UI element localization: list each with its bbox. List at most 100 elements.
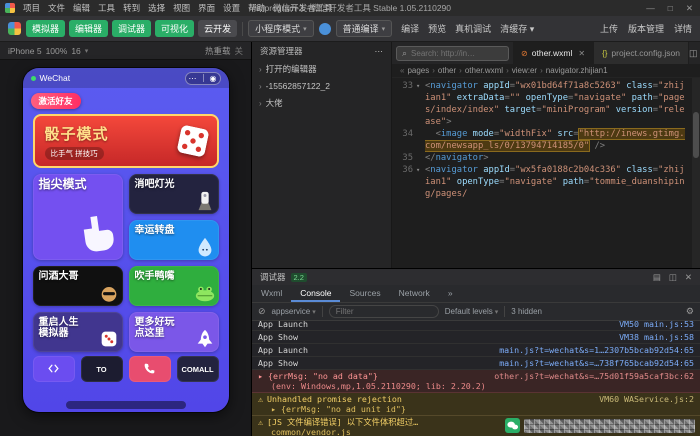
compile-mode-select[interactable]: 普通编译 ▾ <box>336 20 393 37</box>
panel-toggle-button[interactable]: 调试器 <box>112 20 151 37</box>
dock-tile[interactable] <box>33 356 75 382</box>
close-circle-icon[interactable]: ◉ <box>210 74 217 83</box>
menu-item[interactable]: 设置 <box>219 2 244 14</box>
compile-action-button[interactable]: 预览 <box>428 22 446 35</box>
dice-mode-banner[interactable]: 骰子模式 比手气 拼技巧 <box>33 114 219 168</box>
zoom-select[interactable]: 100% <box>46 46 68 56</box>
game-tile[interactable]: 指尖模式 <box>33 174 123 260</box>
mode-select[interactable]: 小程序模式 ▾ <box>248 20 314 37</box>
breadcrumb-back-icon[interactable]: « <box>400 66 404 75</box>
code-line: 34 <image mode="widthFix" src="http://in… <box>392 128 700 152</box>
fold-icon[interactable]: ▾ <box>416 80 425 128</box>
toolbar-right-button[interactable]: 上传 <box>600 22 618 35</box>
search-box[interactable]: ⌕ <box>396 46 509 61</box>
chevron-down-icon[interactable]: ▾ <box>85 47 89 55</box>
device-select[interactable]: iPhone 5 <box>8 46 42 56</box>
code-area[interactable]: 33▾<navigator appId="wx01bd64f71a8c5263"… <box>392 78 700 268</box>
context-select[interactable]: appservice ▾ <box>272 307 316 316</box>
miniprogram-capsule[interactable]: ⋯ ◉ <box>185 72 221 85</box>
more-icon[interactable]: ⋯ <box>189 74 197 83</box>
editor-tab[interactable]: ⊘other.wxml✕ <box>513 42 594 64</box>
breadcrumb-item[interactable]: other <box>438 66 456 75</box>
phone-preview[interactable]: WeChat ⋯ ◉ 激活好友 骰子模式 比手气 拼技巧 <box>23 68 229 412</box>
game-tile[interactable]: 更多好玩 点这里 <box>129 312 219 352</box>
dock-tile[interactable] <box>129 356 171 382</box>
compile-action-button[interactable]: 真机调试 <box>455 22 491 35</box>
editor-tab[interactable]: {}project.config.json <box>594 42 689 64</box>
console-source-link[interactable]: main.js?t=wechat&s=…738f765bcab92d54:65 <box>499 358 694 368</box>
menu-item[interactable]: 项目 <box>19 2 44 14</box>
more-icon[interactable]: ⋯ <box>375 46 384 57</box>
explorer-item[interactable]: ›大佬 <box>252 94 391 112</box>
devtools-tab-console[interactable]: Console <box>291 285 340 302</box>
window-minimize-button[interactable]: — <box>644 3 657 14</box>
search-input[interactable] <box>411 49 503 58</box>
explorer-item[interactable]: ›打开的编辑器 <box>252 60 391 78</box>
compile-action-button[interactable]: 清缓存 ▾ <box>500 22 534 35</box>
dock-bottom-icon[interactable]: ◫ <box>669 272 677 283</box>
console-row: App Showmain.js?t=wechat&s=…738f765bcab9… <box>252 357 700 370</box>
breadcrumb-item[interactable]: pages <box>407 66 429 75</box>
editor-scrollbar[interactable] <box>692 78 700 268</box>
debugger-tabs: WxmlConsoleSourcesNetwork» <box>252 285 700 303</box>
console-row: App LaunchVM50 main.js:53 <box>252 318 700 331</box>
scrollbar-thumb[interactable] <box>693 112 699 158</box>
game-tile[interactable]: 重启人生 模拟器 <box>33 312 123 352</box>
dock-tile[interactable]: TO <box>81 356 123 382</box>
devtools-grid-icon[interactable] <box>8 22 21 35</box>
devtools-tab-sources[interactable]: Sources <box>340 285 389 302</box>
console-source-link[interactable]: VM50 main.js:53 <box>619 319 694 329</box>
devtools-tab-network[interactable]: Network <box>390 285 439 302</box>
hot-reload-toggle[interactable]: 关 <box>234 45 243 57</box>
panel-toggle-button[interactable]: 可视化 <box>155 20 194 37</box>
breadcrumb-item[interactable]: other.wxml <box>465 66 503 75</box>
menu-item[interactable]: 视图 <box>169 2 194 14</box>
menu-item[interactable]: 文件 <box>44 2 69 14</box>
compile-action-button[interactable]: 编译 <box>401 22 419 35</box>
panel-toggle-button[interactable]: 云开发 <box>198 20 237 37</box>
levels-select[interactable]: Default levels ▾ <box>445 307 499 316</box>
menu-item[interactable]: 选择 <box>144 2 169 14</box>
game-tile[interactable]: 吹手鸭嘴 <box>129 266 219 306</box>
app-logo-icon <box>5 3 15 13</box>
devtools-tab-»[interactable]: » <box>439 285 462 302</box>
console-filter-input[interactable] <box>329 305 439 318</box>
avatar[interactable] <box>319 23 331 35</box>
breadcrumb-item[interactable]: view:er <box>512 66 537 75</box>
hidden-count: 3 hidden <box>511 307 542 316</box>
game-tile[interactable]: 消吧灯光 <box>129 174 219 214</box>
panel-toggle-button[interactable]: 模拟器 <box>26 20 65 37</box>
console-row: App ShowVM38 main.js:58 <box>252 331 700 344</box>
fold-icon[interactable]: ▾ <box>416 164 425 200</box>
game-tile[interactable]: 问酒大哥 <box>33 266 123 306</box>
close-debugger-icon[interactable]: ✕ <box>685 272 692 283</box>
breadcrumb-item[interactable]: navigator.zhijian1 <box>546 66 608 75</box>
console-source-link[interactable]: other.js?t=wechat&s=…75d01f59a5caf3bc:62 <box>494 371 694 381</box>
console-message[interactable]: ▸ {errMsg: "no ad data"} <box>258 371 378 381</box>
menu-item[interactable]: 界面 <box>194 2 219 14</box>
split-editor-icon[interactable]: ◫ <box>689 48 698 59</box>
devtools-tab-wxml[interactable]: Wxml <box>252 285 291 302</box>
toolbar-right-button[interactable]: 版本管理 <box>628 22 664 35</box>
activate-friends-button[interactable]: 激活好友 <box>31 93 81 109</box>
dock-tile[interactable]: COMALL <box>177 356 219 382</box>
dock-side-icon[interactable]: ▤ <box>653 272 661 283</box>
window-close-button[interactable]: ✕ <box>684 3 695 14</box>
menu-item[interactable]: 转到 <box>119 2 144 14</box>
code-line: 36▾<navigator appId="wx5fa0188c2b04c336"… <box>392 164 700 200</box>
toolbar-right-button[interactable]: 详情 <box>674 22 692 35</box>
console-source-link[interactable]: VM60 WAService.js:2 <box>599 394 694 404</box>
network-select[interactable]: 16 <box>71 46 80 56</box>
close-tab-icon[interactable]: ✕ <box>578 49 585 58</box>
window-maximize-button[interactable]: □ <box>666 3 675 14</box>
panel-toggle-button[interactable]: 编辑器 <box>69 20 108 37</box>
console-settings-icon[interactable]: ⚙ <box>686 306 694 317</box>
menu-item[interactable]: 编辑 <box>69 2 94 14</box>
console-source-link[interactable]: VM38 main.js:58 <box>619 332 694 342</box>
console-source-link[interactable]: main.js?t=wechat&s=1…2307b5bcab92d54:65 <box>499 345 694 355</box>
menu-item[interactable]: 工具 <box>94 2 119 14</box>
clear-console-icon[interactable]: ⊘ <box>258 306 266 317</box>
explorer-item[interactable]: ›-15562857122_2 <box>252 78 391 94</box>
chevron-down-icon: ▾ <box>495 308 499 316</box>
game-tile[interactable]: 幸运转盘 <box>129 220 219 260</box>
